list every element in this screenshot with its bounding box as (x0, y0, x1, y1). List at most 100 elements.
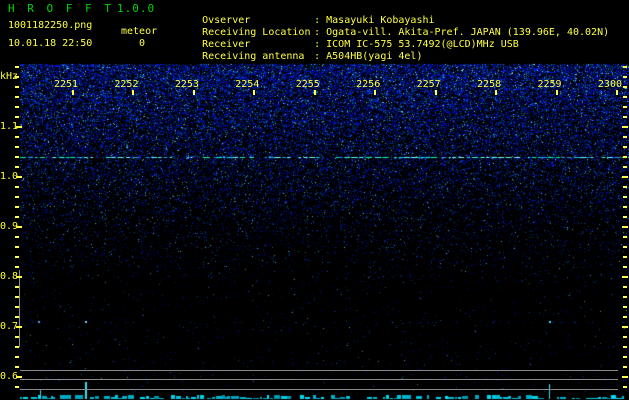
freq-minor-tick-right (623, 116, 627, 118)
time-label: 2255 (295, 79, 320, 90)
hrofft-window: H R O F F T 1.0.0 1001182250.png meteor … (0, 0, 629, 400)
level-ref-line (20, 389, 618, 390)
freq-minor-tick-right (623, 386, 627, 388)
freq-minor-tick (15, 386, 19, 388)
freq-major-tick-right (622, 276, 628, 278)
freq-minor-tick-right (623, 286, 627, 288)
freq-minor-tick-right (623, 356, 627, 358)
freq-minor-tick (15, 336, 19, 338)
freq-minor-tick (15, 286, 19, 288)
minute-tick (192, 90, 195, 95)
freq-minor-tick (15, 66, 19, 68)
freq-minor-tick-right (623, 316, 627, 318)
freq-minor-tick (15, 116, 19, 118)
freq-major-tick-right (622, 126, 628, 128)
time-label: 2300 (597, 79, 622, 90)
mode-label: meteor (121, 26, 158, 37)
freq-minor-tick-right (623, 136, 627, 138)
info-label: Receiving antenna (202, 51, 305, 62)
meteor-count: 0 (139, 38, 146, 49)
freq-minor-tick-right (623, 166, 627, 168)
freq-minor-tick-right (623, 296, 627, 298)
freq-minor-tick-right (623, 346, 627, 348)
freq-minor-tick (15, 76, 19, 78)
freq-minor-tick (15, 356, 19, 358)
freq-minor-tick (15, 306, 19, 308)
freq-minor-tick (15, 96, 19, 98)
freq-minor-tick (15, 256, 19, 258)
minute-tick (555, 90, 558, 95)
freq-minor-tick-right (623, 146, 627, 148)
freq-minor-tick (15, 166, 19, 168)
freq-minor-tick (15, 346, 19, 348)
level-scale-line (19, 270, 20, 347)
freq-minor-tick-right (623, 266, 627, 268)
minute-tick (72, 90, 74, 95)
freq-label: 0.8 (0, 271, 19, 282)
freq-minor-tick-right (623, 196, 627, 198)
freq-minor-tick (15, 316, 19, 318)
time-label: 2259 (537, 79, 562, 90)
freq-minor-tick-right (623, 76, 627, 78)
freq-minor-tick-right (623, 216, 627, 218)
freq-label: 0.9 (0, 221, 19, 232)
freq-minor-tick (15, 86, 19, 88)
freq-minor-tick (15, 296, 19, 298)
freq-minor-tick-right (623, 186, 627, 188)
freq-minor-tick-right (623, 246, 627, 248)
minute-tick (434, 90, 437, 95)
minute-tick (615, 90, 618, 95)
freq-major-tick-right (622, 326, 628, 328)
freq-major-tick-right (622, 176, 628, 178)
minute-tick (374, 90, 377, 95)
minute-tick (495, 90, 498, 95)
freq-minor-tick (15, 246, 19, 248)
time-label: 2258 (477, 79, 502, 90)
freq-minor-tick-right (623, 66, 627, 68)
freq-minor-tick-right (623, 156, 627, 158)
freq-minor-tick (15, 146, 19, 148)
freq-minor-tick (15, 216, 19, 218)
freq-minor-tick (15, 186, 19, 188)
app-title: H R O F F T (8, 2, 114, 15)
freq-minor-tick-right (623, 96, 627, 98)
time-label: 2252 (114, 79, 139, 90)
freq-minor-tick (15, 106, 19, 108)
freq-minor-tick-right (623, 236, 627, 238)
level-ref-line (20, 379, 618, 380)
freq-minor-tick-right (623, 366, 627, 368)
freq-minor-tick (15, 136, 19, 138)
filename: 1001182250.png (8, 20, 93, 31)
freq-label: 0.6 (0, 371, 19, 382)
minute-tick (313, 90, 316, 95)
freq-label: 1.1 (0, 121, 19, 132)
time-label: 2254 (235, 79, 260, 90)
freq-minor-tick-right (623, 206, 627, 208)
freq-minor-tick-right (623, 306, 627, 308)
freq-label: 1.0 (0, 171, 19, 182)
freq-minor-tick (15, 266, 19, 268)
time-label: 2251 (53, 79, 79, 90)
freq-major-tick-right (622, 376, 628, 378)
info-value: A504HB(yagi 4el) (326, 51, 423, 62)
freq-label: 0.7 (0, 321, 19, 332)
timestamp: 10.01.18 22:50 (8, 38, 93, 49)
info-separator: : (314, 51, 327, 62)
freq-minor-tick (15, 156, 19, 158)
minute-tick (132, 90, 135, 95)
info-row: Receiving antenna: A504HB(yagi 4el) (178, 39, 422, 75)
level-ref-line (20, 370, 618, 371)
freq-minor-tick-right (623, 256, 627, 258)
time-label: 2257 (416, 79, 441, 90)
freq-minor-tick (15, 196, 19, 198)
freq-minor-tick-right (623, 336, 627, 338)
freq-minor-tick (15, 206, 19, 208)
time-label: 2253 (174, 79, 199, 90)
freq-minor-tick-right (623, 106, 627, 108)
freq-minor-tick (15, 236, 19, 238)
app-version: 1.0.0 (117, 2, 156, 15)
minute-tick (253, 90, 256, 95)
freq-minor-tick (15, 366, 19, 368)
freq-major-tick-right (622, 226, 628, 228)
time-label: 2256 (356, 79, 381, 90)
